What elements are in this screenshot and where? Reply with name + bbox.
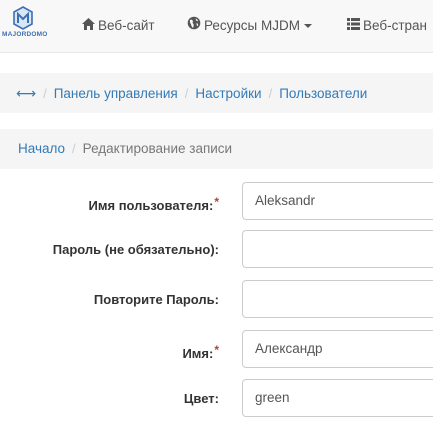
form-row-color: Цвет: [0, 379, 433, 419]
back-arrow-icon[interactable]: ⟷ [16, 85, 36, 101]
home-icon [82, 16, 95, 36]
chevron-down-icon [303, 24, 312, 29]
form-row-password-repeat: Повторите Пароль: [0, 280, 433, 320]
breadcrumb-separator: / [184, 86, 189, 101]
name-label: Имя:* [182, 343, 219, 361]
form-row-username: Имя пользователя:* [0, 182, 433, 222]
breadcrumb-separator: / [268, 86, 273, 101]
list-icon [347, 16, 360, 36]
form-row-password: Пароль (не обязательно): [0, 230, 433, 270]
nav-website-label: Веб-сайт [98, 18, 155, 33]
nav-resources-label: Ресурсы MJDM [204, 18, 300, 33]
breadcrumb-settings[interactable]: Настройки [195, 86, 261, 101]
nav-website[interactable]: Веб-сайт [82, 16, 155, 36]
password-repeat-input[interactable] [242, 280, 433, 318]
username-label: Имя пользователя:* [88, 195, 219, 213]
username-input[interactable] [242, 182, 433, 220]
name-input[interactable] [242, 330, 433, 368]
form-row-name: Имя:* [0, 330, 433, 370]
password-input[interactable] [242, 230, 433, 268]
majordomo-logo-icon [13, 6, 33, 30]
breadcrumb-separator: / [72, 141, 76, 156]
breadcrumb: ⟷ / Панель управления / Настройки / Пользовате… [0, 73, 433, 113]
color-label: Цвет: [183, 391, 219, 406]
brand-logo[interactable]: MAJORDOMO [2, 6, 48, 48]
breadcrumb-current: Редактирование записи [82, 141, 233, 156]
sub-breadcrumb: Начало / Редактирование записи [0, 129, 433, 169]
breadcrumb-separator: / [43, 86, 47, 101]
password-label: Пароль (не обязательно): [52, 242, 219, 257]
breadcrumb-control-panel[interactable]: Панель управления [54, 86, 178, 101]
required-mark: * [214, 343, 219, 357]
color-input[interactable] [242, 379, 433, 417]
required-mark: * [214, 195, 219, 209]
breadcrumb-users[interactable]: Пользователи [279, 86, 367, 101]
top-navbar: MAJORDOMO Веб-сайт Ресурсы MJDM Веб-стра… [0, 0, 433, 53]
globe-icon [187, 16, 201, 36]
nav-resources-dropdown[interactable]: Ресурсы MJDM [187, 16, 312, 36]
breadcrumb-home[interactable]: Начало [18, 141, 65, 156]
nav-webpage-label: Веб-стран [363, 18, 427, 33]
nav-webpage[interactable]: Веб-стран [347, 16, 427, 36]
brand-text: MAJORDOMO [2, 31, 48, 38]
password-repeat-label: Повторите Пароль: [93, 292, 219, 307]
